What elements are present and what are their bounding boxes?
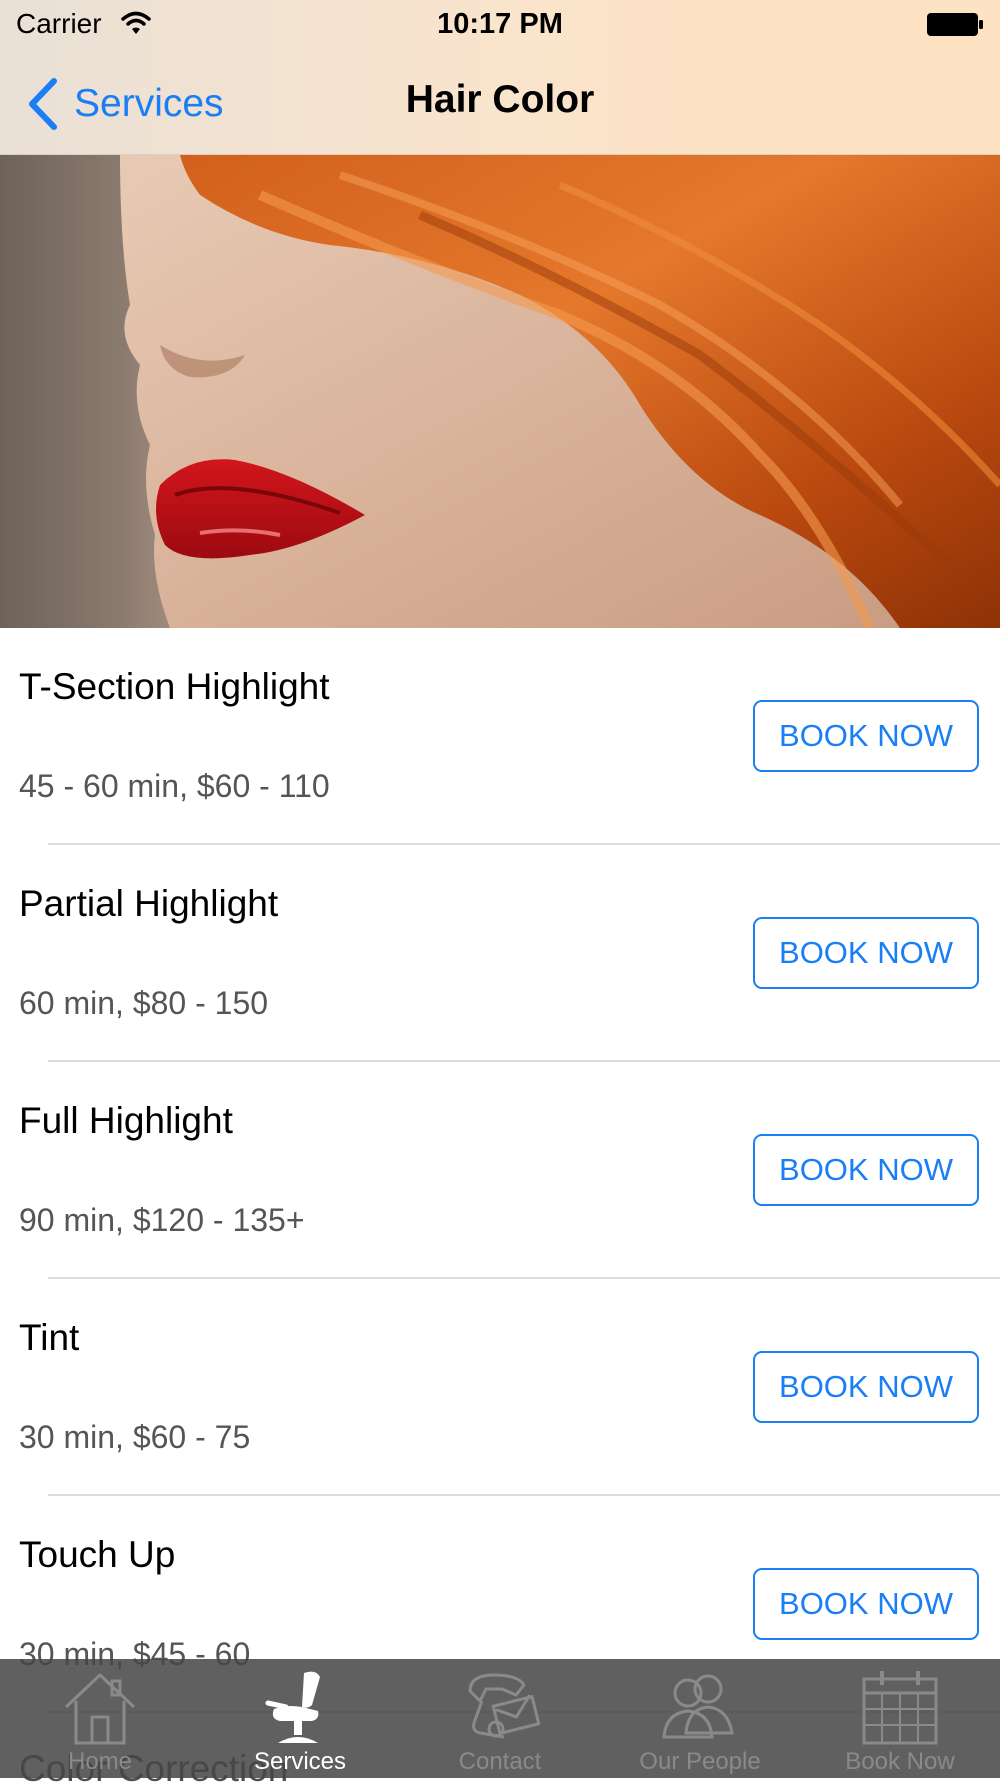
book-now-button[interactable]: BOOK NOW [753,1351,979,1423]
tab-bar: Home Services Contact Our People Book No… [0,1659,1000,1778]
people-icon [662,1674,734,1739]
service-details: 30 min, $60 - 75 [19,1419,251,1455]
service-name: Touch Up [19,1534,176,1575]
tab-services[interactable]: Services [200,1659,400,1778]
calendar-icon [862,1671,938,1745]
book-now-button[interactable]: BOOK NOW [753,917,979,989]
list-item: Partial Highlight 60 min, $80 - 150 BOOK… [0,845,1000,1062]
tab-label: Book Now [845,1748,955,1775]
tab-label: Home [67,1748,133,1775]
list-item: Tint 30 min, $60 - 75 BOOK NOW [0,1279,1000,1496]
service-details: 90 min, $120 - 135+ [19,1202,305,1238]
tab-our-people[interactable]: Our People [600,1659,800,1778]
service-details: 45 - 60 min, $60 - 110 [19,768,330,804]
phone-mail-icon [468,1673,540,1739]
tab-contact[interactable]: Contact [400,1659,600,1778]
service-details: 60 min, $80 - 150 [19,985,269,1021]
tab-book-now[interactable]: Book Now [800,1659,1000,1778]
tab-label: Our People [639,1748,761,1775]
service-list: T-Section Highlight 45 - 60 min, $60 - 1… [0,628,1000,1713]
nav-bar: Services Hair Color [0,56,1000,152]
tab-home[interactable]: Home [0,1659,200,1778]
house-icon [64,1673,136,1745]
battery-icon [927,13,983,36]
book-now-button[interactable]: BOOK NOW [753,700,979,772]
page-title: Hair Color [405,78,595,121]
header: Carrier 10:17 PM Services Hair Color [0,0,1000,155]
list-item: T-Section Highlight 45 - 60 min, $60 - 1… [0,628,1000,845]
list-item: Full Highlight 90 min, $120 - 135+ BOOK … [0,1062,1000,1279]
tab-label: Contact [458,1748,542,1775]
service-name: Partial Highlight [19,883,279,924]
book-now-button[interactable]: BOOK NOW [753,1134,979,1206]
service-name: T-Section Highlight [19,666,330,707]
tab-label: Services [253,1748,347,1775]
service-name: Tint [19,1317,80,1358]
status-bar: Carrier 10:17 PM [0,0,1000,50]
book-now-button[interactable]: BOOK NOW [753,1568,979,1640]
service-name: Full Highlight [19,1100,233,1141]
hero-photo-red-hair-lips-icon [0,155,1000,628]
hero-photo [0,155,1000,628]
status-time: 10:17 PM [437,8,563,40]
barber-chair-icon [265,1671,320,1743]
